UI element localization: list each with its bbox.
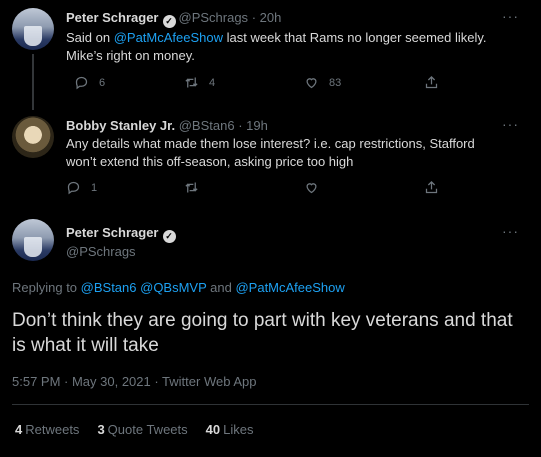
reply-icon (75, 76, 88, 90)
reply-count: 1 (91, 181, 98, 194)
reply-button[interactable]: 1 (66, 180, 97, 195)
reply-count: 6 (99, 76, 106, 89)
mention-link[interactable]: @QBsMVP (140, 280, 206, 295)
divider (12, 404, 529, 405)
likes-stat[interactable]: 40 Likes (206, 422, 254, 437)
more-icon[interactable]: ··· (502, 223, 519, 239)
like-button[interactable] (304, 180, 329, 195)
tweet-actions: 1 (66, 180, 486, 200)
separator-dot: · (238, 118, 243, 133)
stat-label: Quote Tweets (107, 422, 188, 437)
tweet-2[interactable]: Bobby Stanley Jr. @BStan6 · 19h ··· Any … (0, 110, 541, 208)
retweet-icon (185, 77, 198, 88)
tweet-text-part: Said on (66, 30, 114, 45)
like-icon (306, 183, 317, 194)
author-name[interactable]: Peter Schrager (66, 225, 159, 240)
main-tweet-text: Don’t think they are going to part with … (12, 310, 513, 356)
stat-count: 3 (97, 422, 105, 437)
share-icon (425, 180, 438, 194)
reply-icon (67, 181, 80, 195)
avatar[interactable] (12, 116, 54, 158)
like-button[interactable]: 83 (304, 75, 341, 90)
like-icon (306, 78, 317, 89)
author-name[interactable]: Peter Schrager (66, 10, 159, 25)
mention-link[interactable]: @BStan6 (81, 280, 137, 295)
more-icon[interactable]: ··· (502, 116, 519, 132)
stat-count: 4 (15, 422, 23, 437)
stat-label: Likes (223, 422, 254, 437)
author-handle[interactable]: @PSchrags (66, 244, 136, 259)
author-handle[interactable]: @BStan6 (179, 118, 235, 133)
more-icon[interactable]: ··· (502, 8, 519, 24)
stat-label: Retweets (25, 422, 80, 437)
author-name[interactable]: Bobby Stanley Jr. (66, 118, 175, 133)
tweet-1[interactable]: Peter Schrager ✓ @PSchrags · 20h ··· Said … (0, 0, 541, 110)
separator-dot: · (251, 10, 257, 25)
tweet-text: Any details what made them lose interest… (66, 136, 475, 169)
tweet-timestamp[interactable]: 5:57 PM · May 30, 2021 · Twitter Web App (12, 374, 256, 389)
share-button[interactable] (424, 75, 449, 90)
tweet-stats: 4 Retweets 3 Quote Tweets 40 Likes (15, 422, 253, 437)
retweet-button[interactable] (184, 180, 209, 195)
tweet-time[interactable]: 19h (246, 118, 268, 133)
mention-link[interactable]: @PatMcAfeeShow (235, 280, 344, 295)
quote-tweets-stat[interactable]: 3 Quote Tweets (97, 422, 187, 437)
avatar[interactable] (12, 8, 54, 50)
replying-to: Replying to @BStan6 @QBsMVP and @PatMcAf… (12, 280, 345, 295)
tweet-actions: 6 4 83 (66, 75, 486, 95)
replying-prefix: Replying to (12, 280, 81, 295)
like-count: 83 (329, 76, 342, 89)
share-button[interactable] (424, 180, 449, 195)
retweet-icon (185, 182, 198, 193)
thread-line (32, 54, 34, 110)
tweet-text: Said on @PatMcAfeeShow last week that Ra… (66, 29, 506, 65)
mention-link[interactable]: @PatMcAfeeShow (114, 30, 223, 45)
tweet-header: Bobby Stanley Jr. @BStan6 · 19h (66, 118, 268, 133)
avatar[interactable] (12, 219, 54, 261)
share-icon (425, 75, 438, 89)
author-name-row: Peter Schrager ✓ (66, 225, 179, 243)
author-handle[interactable]: @PSchrags (179, 10, 249, 25)
replying-and: and (206, 280, 236, 295)
verified-icon: ✓ (162, 15, 176, 28)
reply-button[interactable]: 6 (74, 75, 105, 90)
retweets-stat[interactable]: 4 Retweets (15, 422, 79, 437)
retweet-count: 4 (209, 76, 216, 89)
tweet-time[interactable]: 20h (260, 10, 282, 25)
tweet-header: Peter Schrager ✓ @PSchrags · 20h (66, 10, 281, 28)
retweet-button[interactable]: 4 (184, 75, 215, 90)
verified-icon: ✓ (162, 230, 176, 243)
stat-count: 40 (205, 422, 221, 437)
